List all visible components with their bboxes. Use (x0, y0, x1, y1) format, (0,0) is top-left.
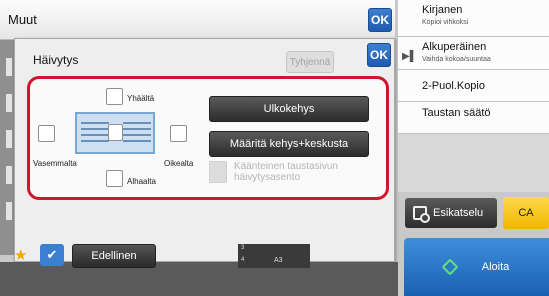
bottom-label: Alhaalta (127, 177, 156, 186)
bottom-checkbox[interactable] (106, 170, 123, 187)
start-icon (441, 258, 459, 276)
function-booklet[interactable]: Kirjanen Kopioi vihkoksi (398, 0, 549, 37)
top-checkbox[interactable] (106, 88, 123, 105)
dialog-ok-button[interactable]: OK (367, 43, 391, 67)
reverse-checkbox[interactable] (209, 161, 227, 183)
left-label: Vasemmalta (33, 159, 77, 168)
check-icon[interactable]: ✔ (40, 244, 64, 266)
screen-title: Muut (8, 12, 37, 27)
right-label: Oikealta (164, 159, 194, 168)
right-function-panel: Kirjanen Kopioi vihkoksi ▶▌ Alkuperäinen… (398, 0, 549, 192)
play-icon: ▶▌ (402, 51, 417, 62)
preview-icon (413, 206, 430, 223)
right-checkbox[interactable] (170, 125, 187, 142)
start-button[interactable]: Aloita (404, 238, 549, 296)
fade-dialog: Häivytys Tyhjennä OK Yhäältä Vasemmalta … (14, 38, 395, 262)
top-label: Yhäältä (127, 94, 155, 103)
page-diagram-icon (75, 112, 155, 154)
fade-settings-panel: Yhäältä Vasemmalta Oikealta Alhaalta Ulk… (27, 76, 389, 200)
paper-tray-indicator: 3 4 A3 (238, 244, 310, 268)
dialog-title: Häivytys (33, 53, 79, 67)
clear-button[interactable]: Tyhjennä (286, 51, 334, 73)
function-background[interactable]: Taustan säätö (398, 102, 549, 134)
preview-button[interactable]: Esikatselu (405, 198, 497, 228)
clear-all-button[interactable]: CA (503, 197, 549, 229)
top-bar: Muut OK (0, 0, 395, 40)
function-original[interactable]: ▶▌ Alkuperäinen Vaihda kokoa/suuntaa (398, 37, 549, 70)
reverse-option-label: Käänteinen taustasivun häivytysasento (234, 161, 338, 183)
previous-button[interactable]: Edellinen (72, 244, 156, 268)
star-icon[interactable]: ★ (14, 246, 27, 264)
function-duplex[interactable]: 2-Puol.Kopio (398, 70, 549, 102)
top-ok-button[interactable]: OK (368, 8, 392, 32)
frame-center-button[interactable]: Määritä kehys+keskusta (209, 131, 369, 157)
center-checkbox[interactable] (108, 124, 123, 141)
left-checkbox[interactable] (38, 125, 55, 142)
frame-button[interactable]: Ulkokehys (209, 96, 369, 122)
bottom-bar (0, 262, 398, 296)
